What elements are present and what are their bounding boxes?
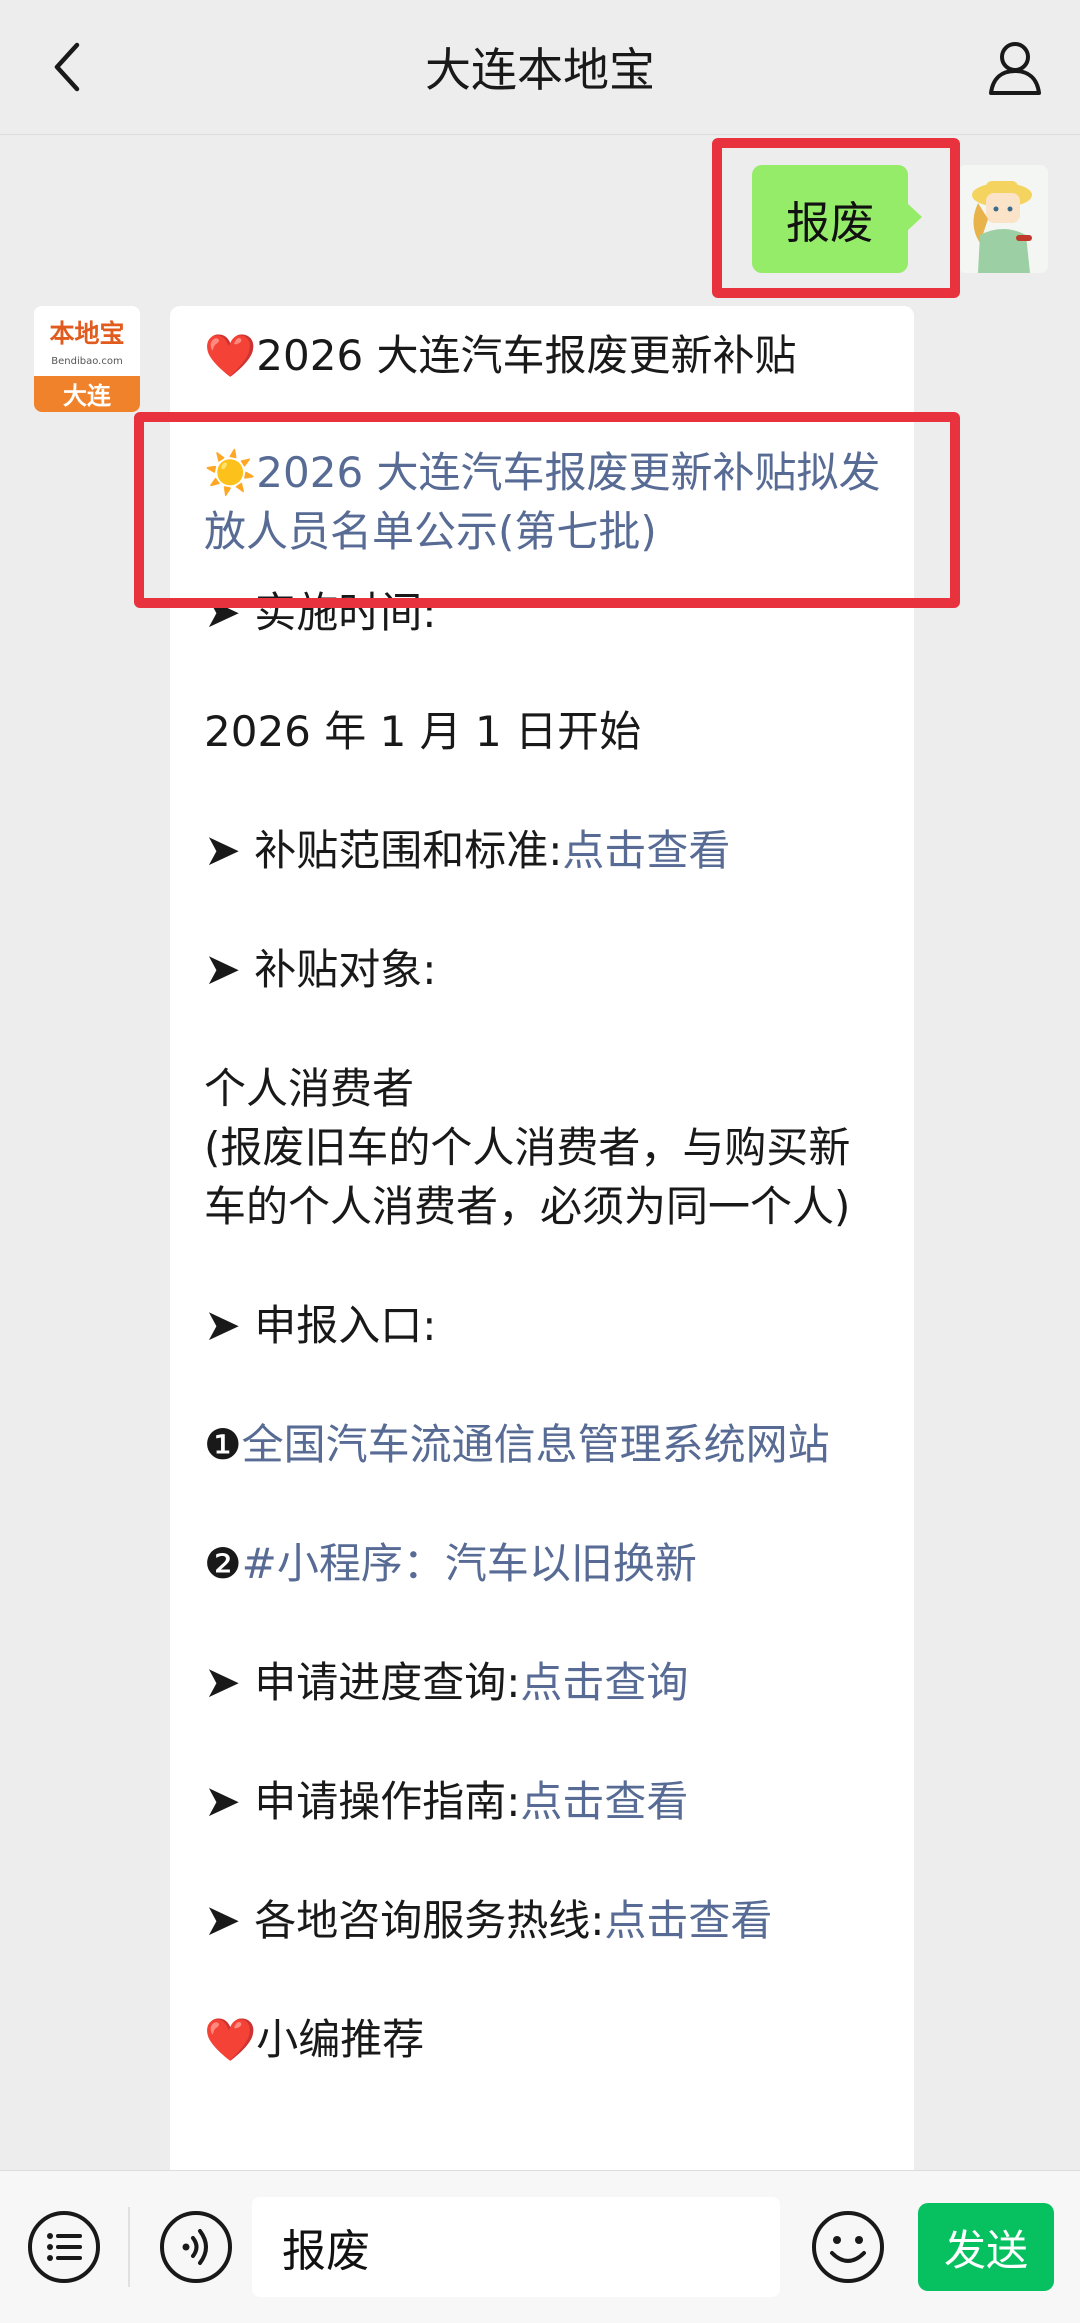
arrow-icon: ➤ [204, 1657, 241, 1708]
entry-1-link[interactable]: 全国汽车流通信息管理系统网站 [242, 1420, 830, 1469]
target-row: ➤ 补贴对象: [204, 940, 886, 999]
page-title: 大连本地宝 [425, 43, 655, 97]
guide-label: 申请操作指南: [254, 1777, 521, 1826]
profile-button[interactable] [978, 30, 1052, 104]
recommend-text: 小编推荐 [256, 2015, 425, 2064]
send-button[interactable]: 发送 [918, 2203, 1054, 2291]
target-note: (报废旧车的个人消费者，与购买新车的个人消费者，必须为同一个人) [204, 1123, 851, 1231]
headline-row: ❤️2026 大连汽车报废更新补贴 [204, 326, 886, 385]
back-button[interactable] [32, 32, 102, 102]
heart-icon: ❤️ [204, 2015, 257, 2064]
guide-row: ➤ 申请操作指南:点击查看 [204, 1772, 886, 1831]
entry-2-row[interactable]: ❷#小程序：汽车以旧换新 [204, 1534, 886, 1593]
logo-city-text: 大连 [63, 382, 112, 410]
voice-icon [160, 2211, 232, 2283]
arrow-icon: ➤ [204, 1300, 241, 1351]
heart-icon: ❤️ [204, 331, 257, 380]
send-label: 发送 [943, 2225, 1028, 2275]
progress-row: ➤ 申请进度查询:点击查询 [204, 1653, 886, 1712]
target-label: 补贴对象: [254, 945, 437, 994]
user-avatar[interactable] [958, 165, 1048, 273]
voice-button[interactable] [158, 2209, 234, 2285]
menu-button[interactable] [26, 2209, 102, 2285]
progress-link[interactable]: 点击查询 [520, 1658, 688, 1707]
recommend-row: ❤️小编推荐 [204, 2010, 886, 2069]
number-one-icon: ❶ [204, 1420, 242, 1469]
target-value: 个人消费者 [204, 1064, 415, 1113]
arrow-icon: ➤ [204, 944, 241, 995]
number-two-icon: ❷ [204, 1539, 242, 1588]
nav-bar: 大连本地宝 [0, 0, 1080, 135]
message-input[interactable] [252, 2197, 780, 2297]
entry-label: 申报入口: [254, 1301, 437, 1350]
highlight-box-user-message [712, 138, 960, 298]
bot-avatar[interactable]: 本地宝 Bendibao.com 大连 [34, 306, 140, 412]
arrow-icon: ➤ [204, 1895, 241, 1946]
hotline-label: 各地咨询服务热线: [254, 1896, 605, 1945]
scope-label: 补贴范围和标准: [254, 826, 563, 875]
list-menu-icon [28, 2211, 100, 2283]
impl-time-value: 2026 年 1 月 1 日开始 [204, 707, 642, 756]
divider [128, 2207, 130, 2287]
emoji-button[interactable] [810, 2209, 886, 2285]
user-icon [989, 42, 1041, 95]
headline-text: 2026 大连汽车报废更新补贴 [256, 331, 797, 380]
hotline-row: ➤ 各地咨询服务热线:点击查看 [204, 1891, 886, 1950]
user-avatar-cartoon-icon [958, 165, 1048, 273]
chevron-left-icon [54, 42, 80, 92]
smile-icon [812, 2211, 884, 2283]
logo-sub-text: Bendibao.com [51, 356, 122, 367]
scope-link[interactable]: 点击查看 [562, 826, 730, 875]
arrow-icon: ➤ [204, 825, 241, 876]
bendibao-logo-icon: 本地宝 Bendibao.com 大连 [34, 306, 140, 412]
entry-row: ➤ 申报入口: [204, 1296, 886, 1355]
scope-row: ➤ 补贴范围和标准:点击查看 [204, 821, 886, 880]
logo-top-text: 本地宝 [49, 319, 124, 348]
progress-label: 申请进度查询: [254, 1658, 521, 1707]
entry-2-link[interactable]: #小程序：汽车以旧换新 [242, 1539, 697, 1588]
entry-1-row[interactable]: ❶全国汽车流通信息管理系统网站 [204, 1415, 886, 1474]
arrow-icon: ➤ [204, 1776, 241, 1827]
highlight-box-notice-link [134, 412, 960, 608]
guide-link[interactable]: 点击查看 [520, 1777, 688, 1826]
input-bar: 发送 [0, 2170, 1080, 2323]
hotline-link[interactable]: 点击查看 [604, 1896, 772, 1945]
